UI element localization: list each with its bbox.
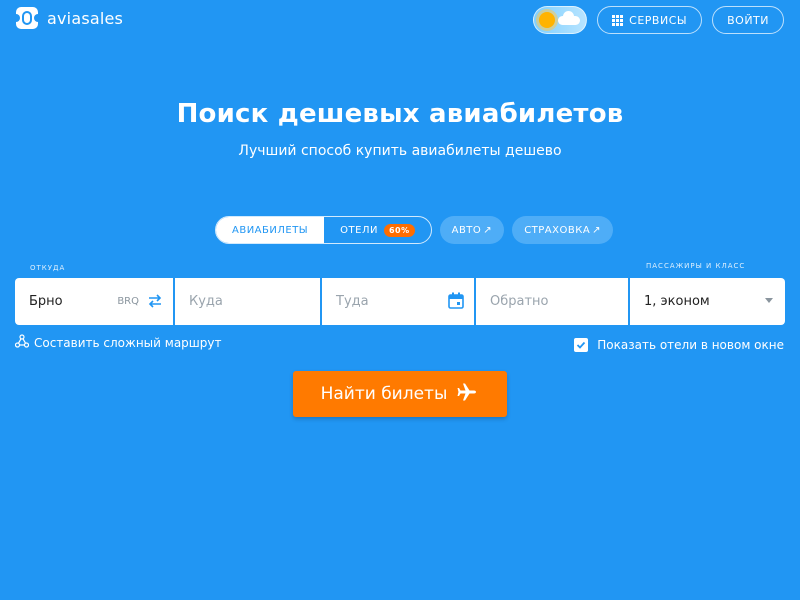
tab-flights[interactable]: АВИАБИЛЕТЫ bbox=[216, 217, 325, 243]
search-button-label: Найти билеты bbox=[320, 384, 448, 404]
external-link-icon: ↗ bbox=[483, 224, 493, 236]
show-hotels-option[interactable]: Показать отели в новом окне bbox=[574, 338, 784, 352]
services-button[interactable]: СЕРВИСЫ bbox=[597, 6, 703, 34]
passengers-field[interactable]: 1, эконом bbox=[630, 278, 785, 325]
header-actions: СЕРВИСЫ ВОЙТИ bbox=[533, 6, 784, 34]
destination-field[interactable]: Куда bbox=[175, 278, 322, 325]
return-date-field[interactable]: Обратно bbox=[476, 278, 630, 325]
origin-value: Брно bbox=[29, 294, 63, 309]
destination-placeholder: Куда bbox=[189, 294, 223, 309]
search-button[interactable]: Найти билеты bbox=[293, 371, 507, 417]
origin-label: ОТКУДА bbox=[30, 264, 66, 272]
aviasales-logo-icon bbox=[15, 6, 39, 30]
multi-route-link[interactable]: Составить сложный маршрут bbox=[14, 334, 222, 351]
origin-iata: BRQ bbox=[117, 296, 139, 307]
sun-icon bbox=[539, 12, 556, 28]
page-title: Поиск дешевых авиабилетов bbox=[176, 99, 624, 129]
passengers-label: ПАССАЖИРЫ И КЛАСС bbox=[646, 262, 746, 270]
passengers-value: 1, эконом bbox=[644, 294, 710, 309]
swap-icon[interactable] bbox=[147, 293, 163, 313]
login-label: ВОЙТИ bbox=[727, 13, 769, 27]
logo[interactable]: aviasales bbox=[15, 6, 123, 30]
cloud-icon bbox=[558, 11, 581, 25]
tab-hotels[interactable]: ОТЕЛИ 60% bbox=[324, 217, 430, 243]
login-button[interactable]: ВОЙТИ bbox=[712, 6, 784, 34]
logo-text: aviasales bbox=[47, 8, 124, 28]
departure-date-field[interactable]: Туда bbox=[322, 278, 476, 325]
tab-insurance[interactable]: СТРАХОВКА ↗ bbox=[512, 216, 614, 244]
multi-route-label: Составить сложный маршрут bbox=[34, 335, 222, 350]
departure-placeholder: Туда bbox=[336, 294, 369, 309]
page-subtitle: Лучший способ купить авиабилеты дешево bbox=[238, 143, 562, 159]
grid-icon bbox=[612, 14, 624, 26]
discount-badge: 60% bbox=[383, 223, 415, 237]
product-tabs: АВИАБИЛЕТЫ ОТЕЛИ 60% АВТО ↗ СТРАХОВКА ↗ bbox=[215, 216, 614, 244]
main-tab-group: АВИАБИЛЕТЫ ОТЕЛИ 60% bbox=[215, 216, 432, 244]
airplane-icon bbox=[455, 380, 479, 409]
search-form: Брно BRQ Куда Туда Обратно 1, эконом bbox=[15, 278, 785, 325]
chevron-down-icon bbox=[765, 298, 773, 303]
tab-flights-label: АВИАБИЛЕТЫ bbox=[232, 224, 309, 236]
services-label: СЕРВИСЫ bbox=[629, 13, 688, 27]
show-hotels-checkbox[interactable] bbox=[574, 338, 589, 352]
tab-insurance-label: СТРАХОВКА bbox=[524, 224, 591, 236]
tab-hotels-label: ОТЕЛИ bbox=[340, 224, 378, 236]
show-hotels-label: Показать отели в новом окне bbox=[597, 338, 784, 352]
external-link-icon: ↗ bbox=[592, 224, 602, 236]
return-placeholder: Обратно bbox=[490, 294, 549, 309]
theme-toggle[interactable] bbox=[533, 6, 588, 34]
calendar-icon[interactable] bbox=[448, 292, 464, 313]
route-icon bbox=[14, 334, 30, 351]
tab-auto-label: АВТО bbox=[451, 224, 482, 236]
origin-field[interactable]: Брно BRQ bbox=[15, 278, 175, 325]
tab-auto[interactable]: АВТО ↗ bbox=[439, 216, 505, 244]
